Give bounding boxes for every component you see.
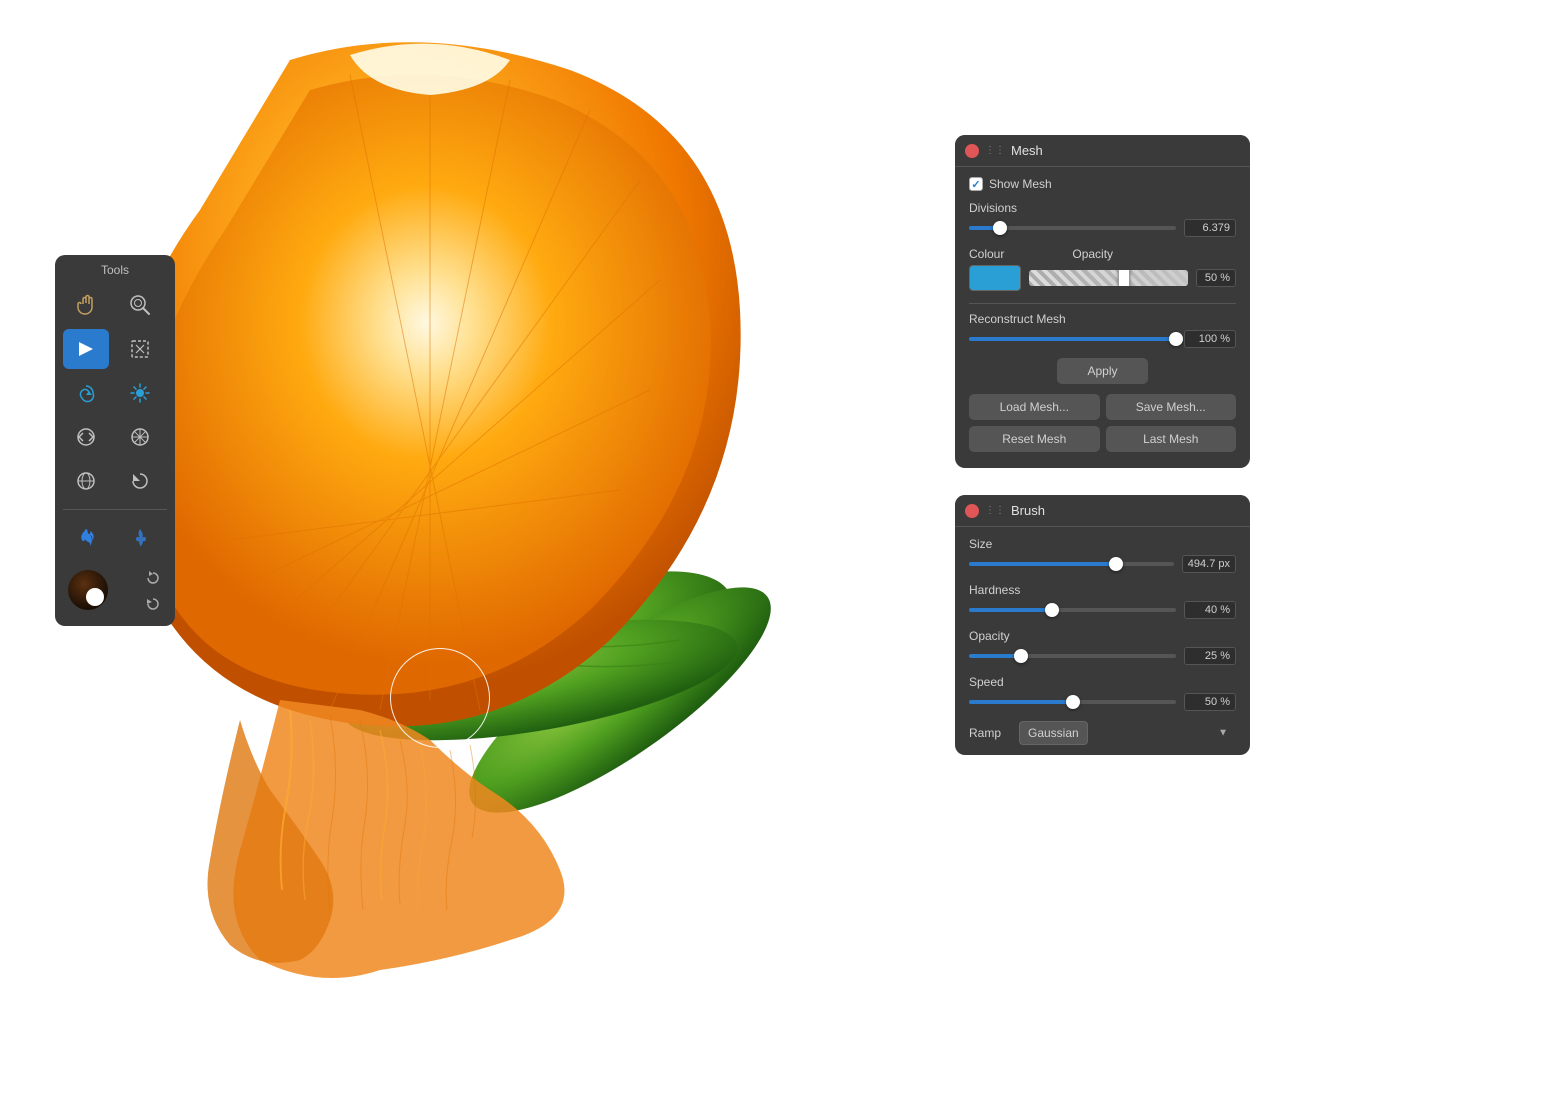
brush-opacity-value[interactable]: 25 % <box>1184 647 1236 665</box>
brush-panel-close[interactable]: × <box>965 504 979 518</box>
warp-tool[interactable] <box>63 329 109 369</box>
brush-panel-title: Brush <box>1011 503 1045 518</box>
tools-grid <box>63 285 167 618</box>
divisions-label: Divisions <box>969 201 1236 215</box>
hand-tool[interactable] <box>63 285 109 325</box>
bloat-tool[interactable] <box>117 373 163 413</box>
brush-preview <box>63 562 167 618</box>
mesh-panel: × ⋮⋮ Mesh ✓ Show Mesh Divisions 6.379 Co… <box>955 135 1250 468</box>
reconstruct-label: Reconstruct Mesh <box>969 312 1236 326</box>
speed-slider-row: 50 % <box>969 693 1236 711</box>
mesh-panel-close[interactable]: × <box>965 144 979 158</box>
size-value[interactable]: 494.7 px <box>1182 555 1236 573</box>
sphere-tool[interactable] <box>63 461 109 501</box>
undo-brush-icon[interactable] <box>143 594 163 614</box>
last-mesh-button[interactable]: Last Mesh <box>1106 426 1237 452</box>
mesh-divider-1 <box>969 303 1236 304</box>
colour-opacity-row: 50 % <box>969 265 1236 291</box>
brush-panel: × ⋮⋮ Brush Size 494.7 px Hardness <box>955 495 1250 755</box>
brush-panel-drag[interactable]: ⋮⋮ <box>985 505 1005 516</box>
canvas-area: Tools <box>0 0 1545 1113</box>
divisions-value[interactable]: 6.379 <box>1184 219 1236 237</box>
size-slider-row: 494.7 px <box>969 555 1236 573</box>
mesh-opacity-value[interactable]: 50 % <box>1196 269 1236 287</box>
brush-panel-body: Size 494.7 px Hardness 40 % Opacity <box>955 527 1250 755</box>
mesh-panel-body: ✓ Show Mesh Divisions 6.379 Colour Opaci… <box>955 167 1250 468</box>
show-mesh-label: Show Mesh <box>989 177 1052 191</box>
tools-panel-title: Tools <box>63 263 167 277</box>
divisions-slider-row: 6.379 <box>969 219 1236 237</box>
reconstruct-value[interactable]: 100 % <box>1184 330 1236 348</box>
load-mesh-button[interactable]: Load Mesh... <box>969 394 1100 420</box>
ramp-label: Ramp <box>969 726 1009 740</box>
hardness-slider[interactable] <box>969 608 1176 612</box>
twirl-tool[interactable] <box>63 373 109 413</box>
zoom-tool[interactable] <box>117 285 163 325</box>
speed-label: Speed <box>969 675 1236 689</box>
colour-swatch[interactable] <box>969 265 1021 291</box>
hardness-label: Hardness <box>969 583 1236 597</box>
liquify-tool[interactable] <box>117 329 163 369</box>
opacity-slider[interactable] <box>1029 270 1188 286</box>
mesh-buttons-row1: Load Mesh... Save Mesh... <box>969 394 1236 420</box>
tools-panel: Tools <box>55 255 175 626</box>
mesh-panel-header: × ⋮⋮ Mesh <box>955 135 1250 167</box>
brush-opacity-slider[interactable] <box>969 654 1176 658</box>
ramp-select-arrow: ▼ <box>1218 728 1228 739</box>
mesh-buttons-row2: Reset Mesh Last Mesh <box>969 426 1236 452</box>
apply-button[interactable]: Apply <box>1057 358 1147 384</box>
brush-icon <box>65 567 111 613</box>
brush-panel-header: × ⋮⋮ Brush <box>955 495 1250 527</box>
ramp-row: Ramp Gaussian Linear Sine Sphere ▼ <box>969 721 1236 745</box>
brush-opacity-slider-row: 25 % <box>969 647 1236 665</box>
divisions-slider[interactable] <box>969 226 1176 230</box>
show-mesh-row: ✓ Show Mesh <box>969 177 1236 191</box>
mesh-panel-drag[interactable]: ⋮⋮ <box>985 145 1005 156</box>
ramp-select-wrapper: Gaussian Linear Sine Sphere ▼ <box>1019 721 1236 745</box>
ramp-select[interactable]: Gaussian Linear Sine Sphere <box>1019 721 1088 745</box>
freeze-tool[interactable] <box>117 518 163 558</box>
reconstruct-slider-row: 100 % <box>969 330 1236 348</box>
hardness-value[interactable]: 40 % <box>1184 601 1236 619</box>
tool-separator <box>63 509 167 510</box>
mesh-opacity-label: Opacity <box>1072 247 1113 261</box>
reconstruct-slider[interactable] <box>969 337 1176 341</box>
reconstruct-tool[interactable] <box>117 461 163 501</box>
size-slider[interactable] <box>969 562 1174 566</box>
push-tool[interactable] <box>63 417 109 457</box>
hardness-slider-row: 40 % <box>969 601 1236 619</box>
colour-label: Colour <box>969 247 1004 261</box>
colour-opacity-labels: Colour Opacity <box>969 247 1236 261</box>
crystalize-tool[interactable] <box>117 417 163 457</box>
size-label: Size <box>969 537 1236 551</box>
brush-opacity-label: Opacity <box>969 629 1236 643</box>
speed-slider[interactable] <box>969 700 1176 704</box>
speed-value[interactable]: 50 % <box>1184 693 1236 711</box>
show-mesh-checkbox[interactable]: ✓ <box>969 177 983 191</box>
save-mesh-button[interactable]: Save Mesh... <box>1106 394 1237 420</box>
mesh-panel-title: Mesh <box>1011 143 1043 158</box>
reset-mesh-button[interactable]: Reset Mesh <box>969 426 1100 452</box>
reset-brush-icon[interactable] <box>141 566 165 590</box>
burn-tool[interactable] <box>63 518 109 558</box>
